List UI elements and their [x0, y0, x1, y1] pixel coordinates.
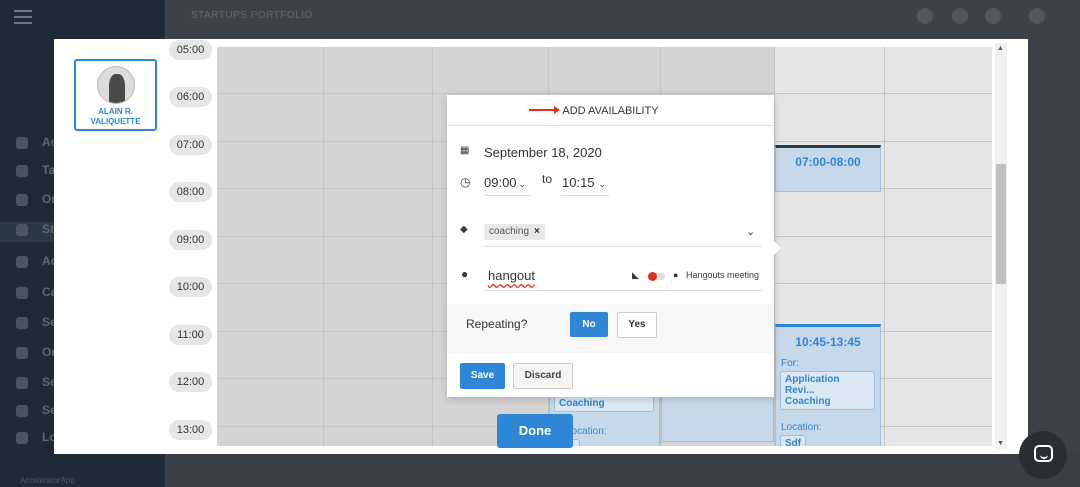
time-label: 07:00 — [169, 135, 212, 155]
availability-block[interactable] — [661, 392, 774, 442]
time-label: 13:00 — [169, 420, 212, 440]
time-to-select[interactable]: 10:15 ⌄ — [562, 175, 607, 190]
time-label: 06:00 — [169, 87, 212, 107]
discard-button[interactable]: Discard — [513, 363, 573, 389]
notification-icon[interactable] — [952, 8, 968, 24]
date-value[interactable]: September 18, 2020 — [484, 145, 602, 160]
tags-dropdown-chevron-icon[interactable]: ⌄ — [746, 225, 755, 238]
tag-icon: ◆ — [460, 224, 468, 235]
time-label: 05:00 — [169, 40, 212, 60]
time-label: 11:00 — [169, 325, 212, 345]
availability-block[interactable]: 07:00-08:00 — [775, 145, 881, 192]
mentor-profile-card[interactable]: ALAIN R. VALIQUETTE — [74, 59, 157, 131]
block-location-label: Location: — [781, 422, 822, 433]
breadcrumb: STARTUPS PORTFOLIO — [191, 10, 313, 21]
repeat-no-button[interactable]: No — [570, 312, 608, 337]
calendar-icon: ▦ — [460, 145, 470, 156]
repeating-section: Repeating? No Yes — [447, 304, 774, 354]
block-for-tag[interactable]: Application Revi... Coaching — [780, 371, 875, 410]
chevron-down-icon: ⌄ — [598, 179, 607, 189]
repeat-yes-button[interactable]: Yes — [617, 312, 657, 338]
time-label: 09:00 — [169, 230, 212, 250]
scroll-up-icon[interactable]: ▲ — [997, 45, 1004, 52]
remove-tag-icon[interactable]: × — [534, 226, 540, 237]
scroll-thumb[interactable] — [996, 164, 1006, 284]
globe-icon[interactable] — [1029, 8, 1045, 24]
location-pin-icon: ● — [461, 267, 469, 281]
video-off-icon: ◣ — [632, 270, 639, 280]
popup-title: ADD AVAILABILITY — [562, 105, 659, 117]
menu-icon[interactable] — [14, 10, 32, 24]
clock-icon: ◷ — [460, 175, 471, 189]
tag-chip: coaching × — [484, 224, 545, 240]
hangouts-meeting-label: Hangouts meeting — [686, 270, 760, 280]
hangouts-toggle[interactable] — [648, 272, 665, 281]
sidebar-footer: AcceleratorApp — [20, 476, 75, 485]
block-for-tag[interactable]: Coaching — [554, 395, 654, 412]
repeating-label: Repeating? — [466, 317, 528, 331]
to-label: to — [542, 172, 553, 186]
availability-block[interactable]: 10:45-13:45 For: Application Revi... Coa… — [775, 324, 881, 446]
map-pin-icon: ● — [673, 270, 679, 280]
block-for-label: For: — [781, 358, 799, 369]
popup-header: ADD AVAILABILITY — [447, 95, 774, 126]
time-from-select[interactable]: 09:00 ⌄ — [484, 175, 529, 190]
avatar — [96, 66, 135, 104]
user-icon[interactable] — [917, 8, 933, 24]
block-time: 10:45-13:45 — [795, 335, 861, 349]
time-label: 08:00 — [169, 182, 212, 202]
block-time: 07:00-08:00 — [795, 155, 861, 169]
done-button[interactable]: Done — [497, 414, 573, 448]
chat-icon — [1034, 445, 1053, 462]
chevron-down-icon: ⌄ — [518, 179, 527, 189]
add-availability-popup: ADD AVAILABILITY ▦ September 18, 2020 ◷ … — [447, 95, 781, 397]
arrow-annotation-icon — [529, 106, 560, 114]
block-location-value[interactable]: Sdf — [780, 435, 807, 446]
mentor-name-line2: VALIQUETTE — [90, 117, 141, 126]
scroll-down-icon[interactable]: ▼ — [997, 440, 1004, 447]
bell-icon[interactable] — [985, 8, 1001, 24]
mentor-name-line1: ALAIN R. — [98, 107, 133, 116]
time-label: 10:00 — [169, 277, 212, 297]
location-input[interactable]: hangout — [488, 268, 535, 283]
save-button[interactable]: Save — [460, 363, 505, 389]
chat-launcher-button[interactable] — [1019, 431, 1067, 479]
bg-footer-row — [165, 452, 1080, 487]
time-label: 12:00 — [169, 372, 212, 392]
modal-scrollbar[interactable]: ▲ ▼ — [995, 43, 1007, 449]
